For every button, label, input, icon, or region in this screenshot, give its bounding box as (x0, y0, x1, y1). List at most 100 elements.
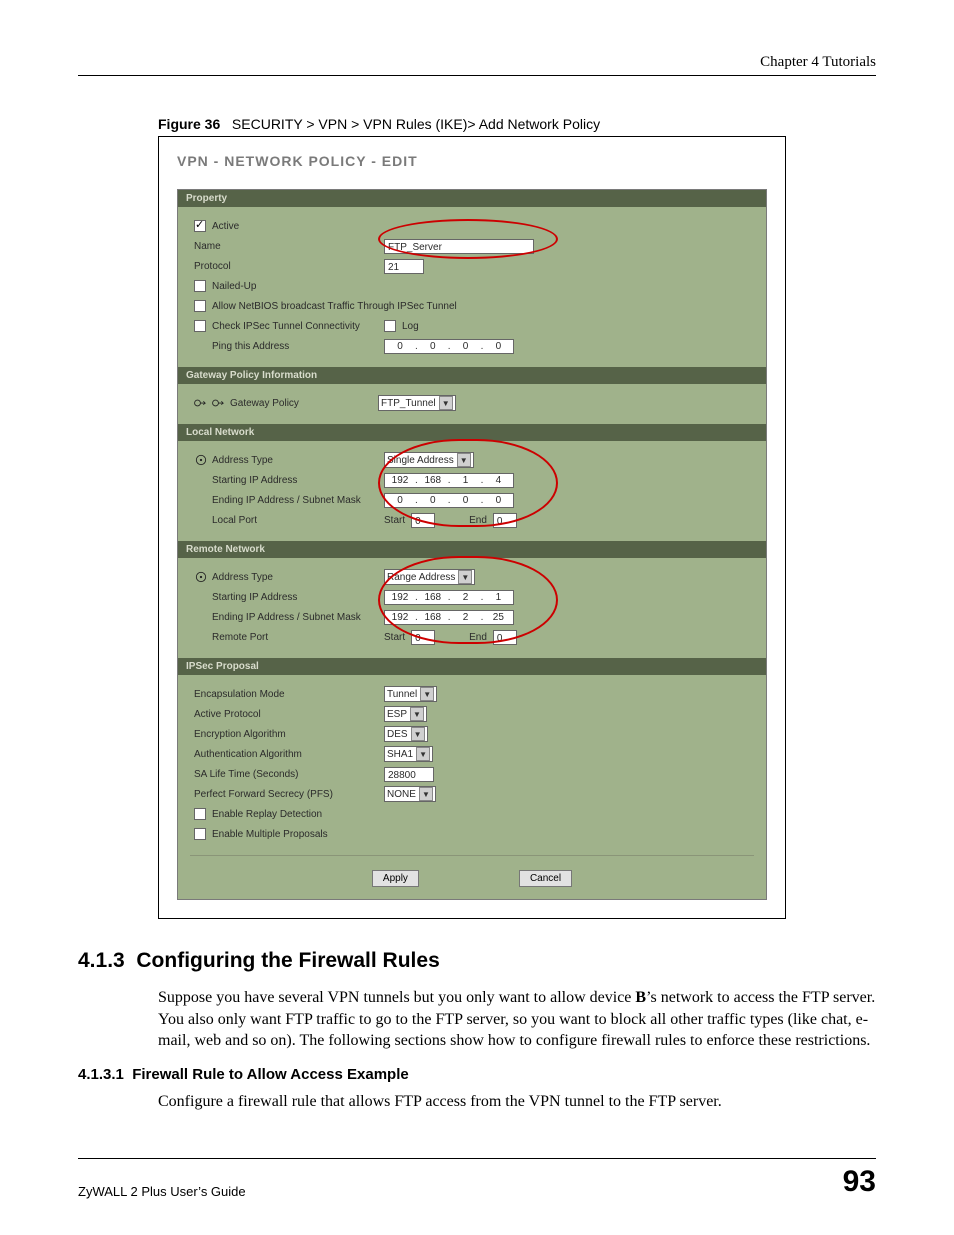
ip-octet[interactable]: 168 (418, 592, 448, 603)
ip-octet[interactable]: 25 (483, 612, 513, 623)
ip-octet[interactable]: 0 (418, 495, 448, 506)
ip-octet[interactable]: 0 (451, 495, 481, 506)
nailed-up-label: Nailed-Up (212, 281, 256, 292)
select-value: FTP_Tunnel (381, 398, 436, 409)
gateway-policy-label: Gateway Policy (230, 398, 378, 409)
remote-addr-type-label: Address Type (212, 572, 384, 583)
gateway-icon (194, 396, 208, 410)
local-start-ip-input[interactable]: 192. 168. 1. 4 (384, 473, 514, 488)
ip-octet[interactable]: 0 (418, 341, 448, 352)
screenshot-panel: VPN - NETWORK POLICY - EDIT Property Act… (158, 136, 786, 919)
ip-octet[interactable]: 1 (451, 475, 481, 486)
log-checkbox[interactable] (384, 320, 396, 332)
chevron-down-icon: ▼ (410, 707, 424, 721)
remote-port-label: Remote Port (194, 632, 384, 643)
select-value: Tunnel (387, 689, 417, 700)
replay-detect-checkbox[interactable] (194, 808, 206, 820)
port-start-label: Start (384, 632, 405, 643)
protocol-input[interactable]: 21 (384, 259, 424, 274)
name-input[interactable]: FTP_Server (384, 239, 534, 254)
select-value: Range Address (387, 572, 455, 583)
netbios-checkbox[interactable] (194, 300, 206, 312)
section-gpi: Gateway Policy FTP_Tunnel ▼ (178, 384, 766, 424)
name-label: Name (194, 241, 384, 252)
check-conn-label: Check IPSec Tunnel Connectivity (212, 321, 384, 332)
remote-end-ip-input[interactable]: 192. 168. 2. 25 (384, 610, 514, 625)
ip-octet[interactable]: 2 (451, 612, 481, 623)
section-bar-property: Property (178, 190, 766, 207)
active-checkbox[interactable] (194, 220, 206, 232)
chapter-header: Chapter 4 Tutorials (78, 54, 876, 71)
ip-octet[interactable]: 0 (483, 495, 513, 506)
sa-life-label: SA Life Time (Seconds) (194, 769, 384, 780)
panel-title: VPN - NETWORK POLICY - EDIT (177, 153, 767, 169)
port-end-label: End (469, 515, 487, 526)
ip-octet[interactable]: 192 (385, 612, 415, 623)
nailed-up-checkbox[interactable] (194, 280, 206, 292)
chevron-down-icon: ▼ (416, 747, 430, 761)
encryption-select[interactable]: DES▼ (384, 726, 428, 742)
remote-start-ip-input[interactable]: 192. 168. 2. 1 (384, 590, 514, 605)
multi-proposals-checkbox[interactable] (194, 828, 206, 840)
figure-caption-text: SECURITY > VPN > VPN Rules (IKE)> Add Ne… (232, 116, 600, 132)
netbios-label: Allow NetBIOS broadcast Traffic Through … (212, 301, 457, 312)
local-port-label: Local Port (194, 515, 384, 526)
select-value: DES (387, 729, 408, 740)
section-bar-ipsec: IPSec Proposal (178, 658, 766, 675)
section-bar-local: Local Network (178, 424, 766, 441)
section-remote: Address Type Range Address ▼ Starting IP… (178, 558, 766, 658)
ip-octet[interactable]: 192 (385, 592, 415, 603)
chevron-down-icon: ▼ (411, 727, 425, 741)
section-bar-gpi: Gateway Policy Information (178, 367, 766, 384)
auth-alg-select[interactable]: SHA1▼ (384, 746, 433, 762)
paragraph: Suppose you have several VPN tunnels but… (158, 987, 876, 1052)
sa-life-input[interactable]: 28800 (384, 767, 434, 782)
ip-octet[interactable]: 168 (418, 475, 448, 486)
ping-ip-input[interactable]: 0. 0. 0. 0 (384, 339, 514, 354)
encap-select[interactable]: Tunnel▼ (384, 686, 437, 702)
local-end-ip-input[interactable]: 0. 0. 0. 0 (384, 493, 514, 508)
ip-octet[interactable]: 168 (418, 612, 448, 623)
ip-octet[interactable]: 2 (451, 592, 481, 603)
remote-port-end-input[interactable]: 0 (493, 630, 517, 645)
ping-label: Ping this Address (194, 341, 384, 352)
port-start-label: Start (384, 515, 405, 526)
ip-octet[interactable]: 0 (483, 341, 513, 352)
remote-start-ip-label: Starting IP Address (194, 592, 384, 603)
figure-caption: Figure 36 SECURITY > VPN > VPN Rules (IK… (158, 116, 876, 132)
ip-octet[interactable]: 0 (451, 341, 481, 352)
select-value: ESP (387, 709, 407, 720)
local-port-start-input[interactable]: 0 (411, 513, 435, 528)
paragraph: Configure a firewall rule that allows FT… (158, 1091, 876, 1113)
check-conn-checkbox[interactable] (194, 320, 206, 332)
gateway-policy-select[interactable]: FTP_Tunnel ▼ (378, 395, 456, 411)
active-protocol-label: Active Protocol (194, 709, 384, 720)
pfs-select[interactable]: NONE▼ (384, 786, 436, 802)
encap-label: Encapsulation Mode (194, 689, 384, 700)
local-port-end-input[interactable]: 0 (493, 513, 517, 528)
cancel-button[interactable]: Cancel (519, 870, 572, 887)
active-label: Active (212, 221, 239, 232)
remote-port-start-input[interactable]: 0 (411, 630, 435, 645)
heading-title: Firewall Rule to Allow Access Example (132, 1066, 408, 1083)
heading-number: 4.1.3.1 (78, 1066, 124, 1083)
ip-octet[interactable]: 4 (483, 475, 513, 486)
heading-title: Configuring the Firewall Rules (136, 949, 439, 972)
ip-octet[interactable]: 0 (385, 495, 415, 506)
local-network-icon (194, 453, 208, 467)
chevron-down-icon: ▼ (458, 570, 472, 584)
ip-octet[interactable]: 0 (385, 341, 415, 352)
encryption-label: Encryption Algorithm (194, 729, 384, 740)
para-bold: B (635, 989, 646, 1006)
replay-detect-label: Enable Replay Detection (212, 809, 322, 820)
ip-octet[interactable]: 192 (385, 475, 415, 486)
select-value: SHA1 (387, 749, 413, 760)
active-protocol-select[interactable]: ESP▼ (384, 706, 427, 722)
multi-proposals-label: Enable Multiple Proposals (212, 829, 328, 840)
chevron-down-icon: ▼ (439, 396, 453, 410)
remote-addr-type-select[interactable]: Range Address ▼ (384, 569, 475, 585)
port-end-label: End (469, 632, 487, 643)
local-addr-type-select[interactable]: Single Address ▼ (384, 452, 474, 468)
ip-octet[interactable]: 1 (483, 592, 513, 603)
apply-button[interactable]: Apply (372, 870, 419, 887)
